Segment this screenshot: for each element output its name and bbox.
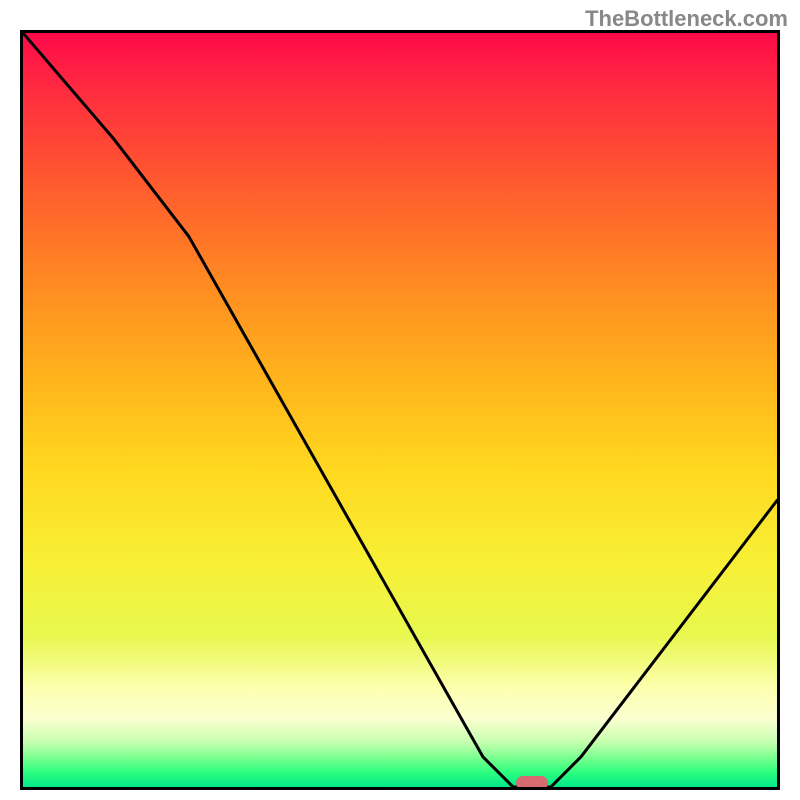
chart-container: TheBottleneck.com xyxy=(0,0,800,800)
optimal-marker xyxy=(516,776,548,790)
chart-frame xyxy=(20,30,780,790)
gradient-background xyxy=(23,33,777,787)
watermark-text: TheBottleneck.com xyxy=(585,6,788,32)
